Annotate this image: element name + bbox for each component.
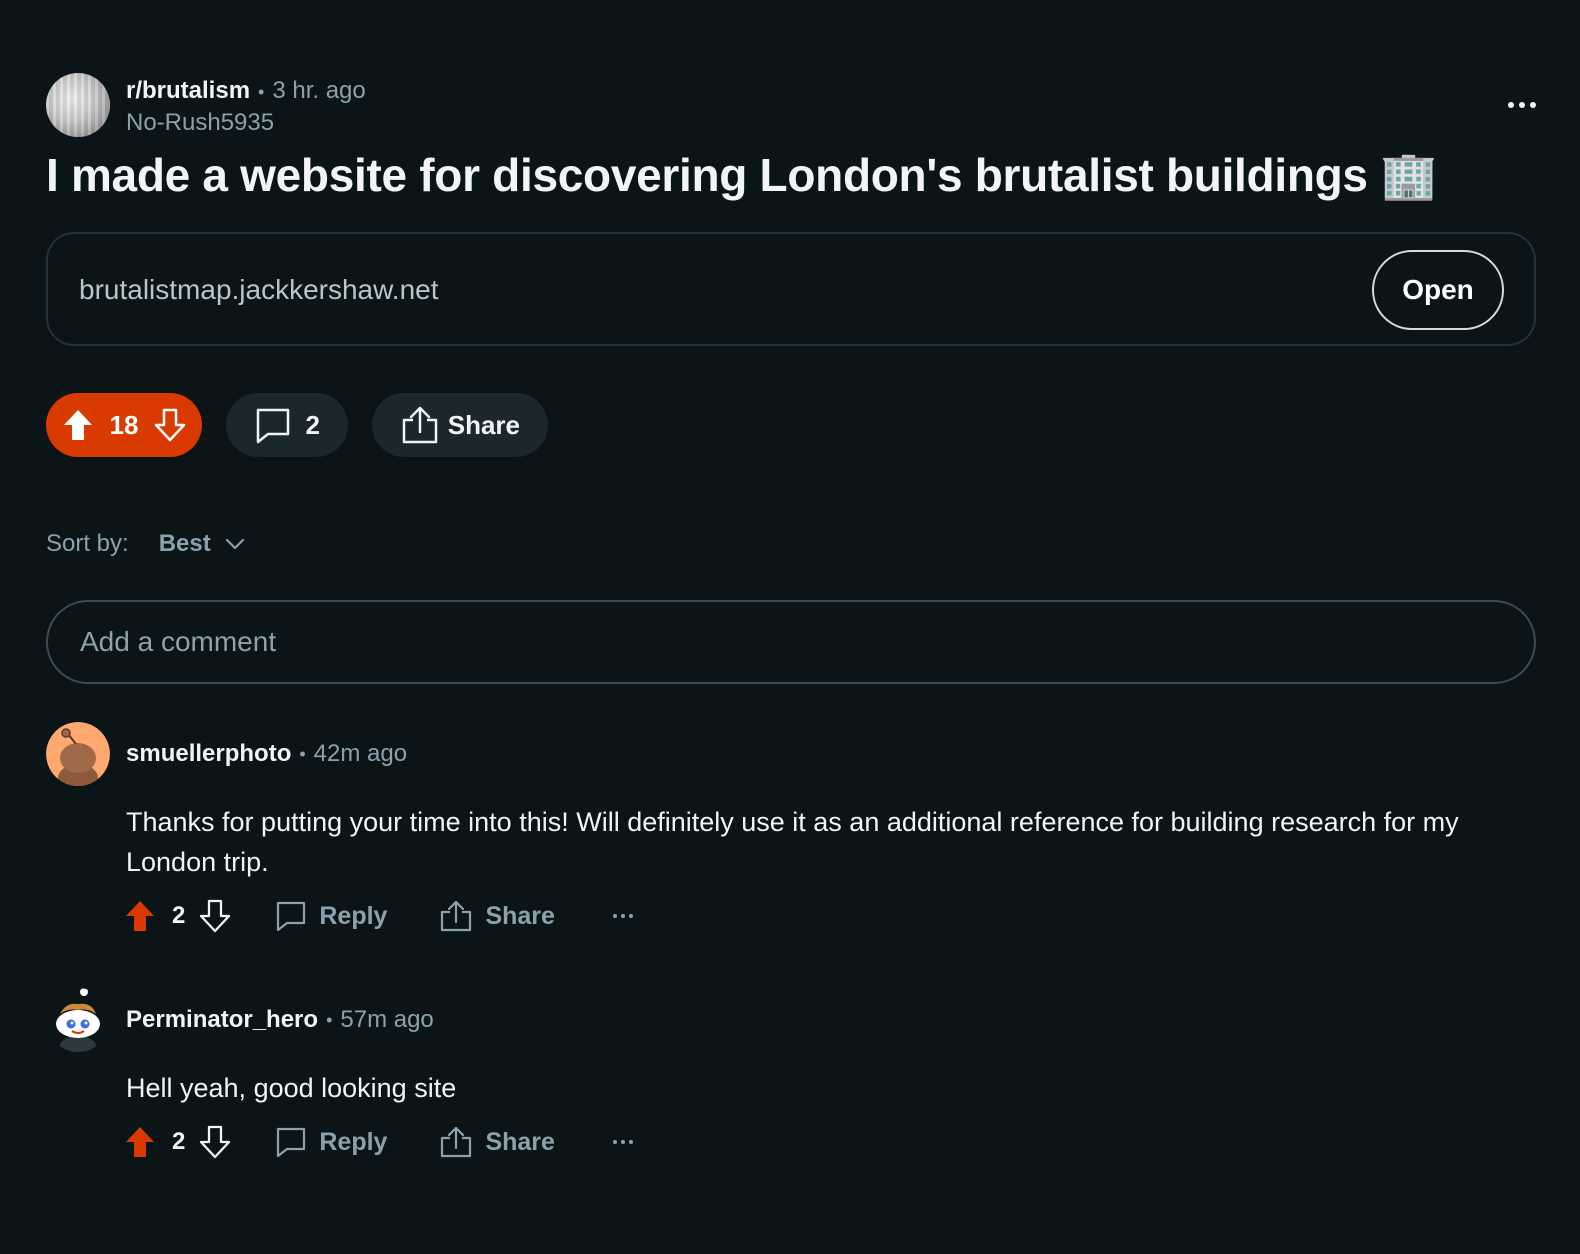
separator-dot: • bbox=[258, 82, 265, 102]
reply-button[interactable]: Reply bbox=[275, 1126, 387, 1158]
comment-time: 42m ago bbox=[313, 740, 408, 767]
comment-more-button[interactable] bbox=[612, 1140, 633, 1144]
comment-item: smuellerphoto • 42m ago Thanks for putti… bbox=[46, 722, 1506, 936]
comment-score: 2 bbox=[172, 1128, 186, 1155]
post-page: r/brutalism • 3 hr. ago No-Rush5935 I ma… bbox=[0, 0, 1580, 1254]
comment-vote-control: 2 bbox=[124, 1125, 231, 1159]
downvote-icon[interactable] bbox=[199, 899, 231, 933]
sort-label: Sort by: bbox=[46, 530, 129, 557]
share-icon bbox=[402, 406, 438, 444]
comment-time: 57m ago bbox=[340, 1006, 434, 1033]
comment-vote-control: 2 bbox=[124, 899, 231, 933]
chevron-down-icon bbox=[225, 538, 244, 550]
upvote-icon[interactable] bbox=[124, 899, 156, 933]
post-author[interactable]: No-Rush5935 bbox=[126, 107, 366, 139]
share-button[interactable]: Share bbox=[372, 393, 548, 457]
comment-actions: 2 Reply Share bbox=[124, 1122, 1506, 1162]
avatar[interactable] bbox=[46, 988, 110, 1052]
post-meta: r/brutalism • 3 hr. ago No-Rush5935 bbox=[126, 73, 366, 139]
share-label: Share bbox=[485, 901, 555, 930]
comment-item: Perminator_hero • 57m ago Hell yeah, goo… bbox=[46, 988, 1506, 1162]
comment-username[interactable]: smuellerphoto bbox=[126, 740, 291, 768]
share-label: Share bbox=[447, 409, 520, 440]
more-icon bbox=[612, 1140, 617, 1144]
downvote-icon[interactable] bbox=[154, 408, 186, 442]
comment-score: 2 bbox=[172, 902, 186, 929]
downvote-icon[interactable] bbox=[199, 1125, 231, 1159]
comment-body: Thanks for putting your time into this! … bbox=[126, 807, 1459, 877]
comment-header: Perminator_hero • 57m ago bbox=[46, 988, 1506, 1052]
open-link-button[interactable]: Open bbox=[1372, 250, 1504, 330]
comment-body: Hell yeah, good looking site bbox=[126, 1073, 457, 1103]
comment-actions: 2 Reply Share bbox=[124, 896, 1506, 936]
upvote-icon[interactable] bbox=[124, 1125, 156, 1159]
separator-dot: • bbox=[326, 1009, 333, 1030]
sort-control: Sort by: Best bbox=[46, 528, 245, 560]
post-score: 18 bbox=[109, 409, 139, 440]
reply-label: Reply bbox=[319, 901, 388, 930]
share-label: Share bbox=[485, 1127, 555, 1156]
comment-icon bbox=[277, 1127, 306, 1158]
comment-header: smuellerphoto • 42m ago bbox=[46, 722, 1506, 786]
reply-label: Reply bbox=[319, 1127, 388, 1156]
add-comment-input[interactable] bbox=[46, 600, 1536, 684]
comment-icon bbox=[277, 901, 306, 932]
sort-dropdown[interactable]: Best bbox=[159, 528, 245, 560]
post-time: 3 hr. ago bbox=[272, 77, 366, 104]
comment-username[interactable]: Perminator_hero bbox=[126, 1006, 318, 1034]
share-icon bbox=[441, 1126, 472, 1158]
post-action-bar: 18 2 Share bbox=[46, 393, 548, 457]
separator-dot: • bbox=[299, 743, 306, 764]
link-url[interactable]: brutalistmap.jackkershaw.net bbox=[79, 274, 439, 306]
comment-icon bbox=[256, 408, 290, 444]
avatar[interactable] bbox=[46, 722, 110, 786]
share-icon bbox=[441, 900, 472, 932]
comment-count: 2 bbox=[305, 409, 320, 440]
more-icon bbox=[1508, 102, 1514, 108]
vote-control: 18 bbox=[46, 393, 202, 457]
subreddit-link[interactable]: r/brutalism bbox=[126, 76, 250, 106]
post-header: r/brutalism • 3 hr. ago No-Rush5935 bbox=[46, 73, 366, 139]
post-title: I made a website for discovering London'… bbox=[46, 149, 1438, 201]
comment-more-button[interactable] bbox=[612, 914, 633, 918]
link-card[interactable]: brutalistmap.jackkershaw.net Open bbox=[46, 232, 1536, 346]
comment-share-button[interactable]: Share bbox=[439, 1126, 555, 1158]
subreddit-avatar[interactable] bbox=[46, 73, 110, 137]
comments-button[interactable]: 2 bbox=[226, 393, 348, 457]
comment-share-button[interactable]: Share bbox=[439, 900, 555, 932]
upvote-icon[interactable] bbox=[62, 408, 94, 442]
sort-value: Best bbox=[158, 530, 211, 557]
more-options-button[interactable] bbox=[1502, 90, 1542, 120]
more-icon bbox=[612, 914, 617, 918]
reply-button[interactable]: Reply bbox=[275, 900, 387, 932]
